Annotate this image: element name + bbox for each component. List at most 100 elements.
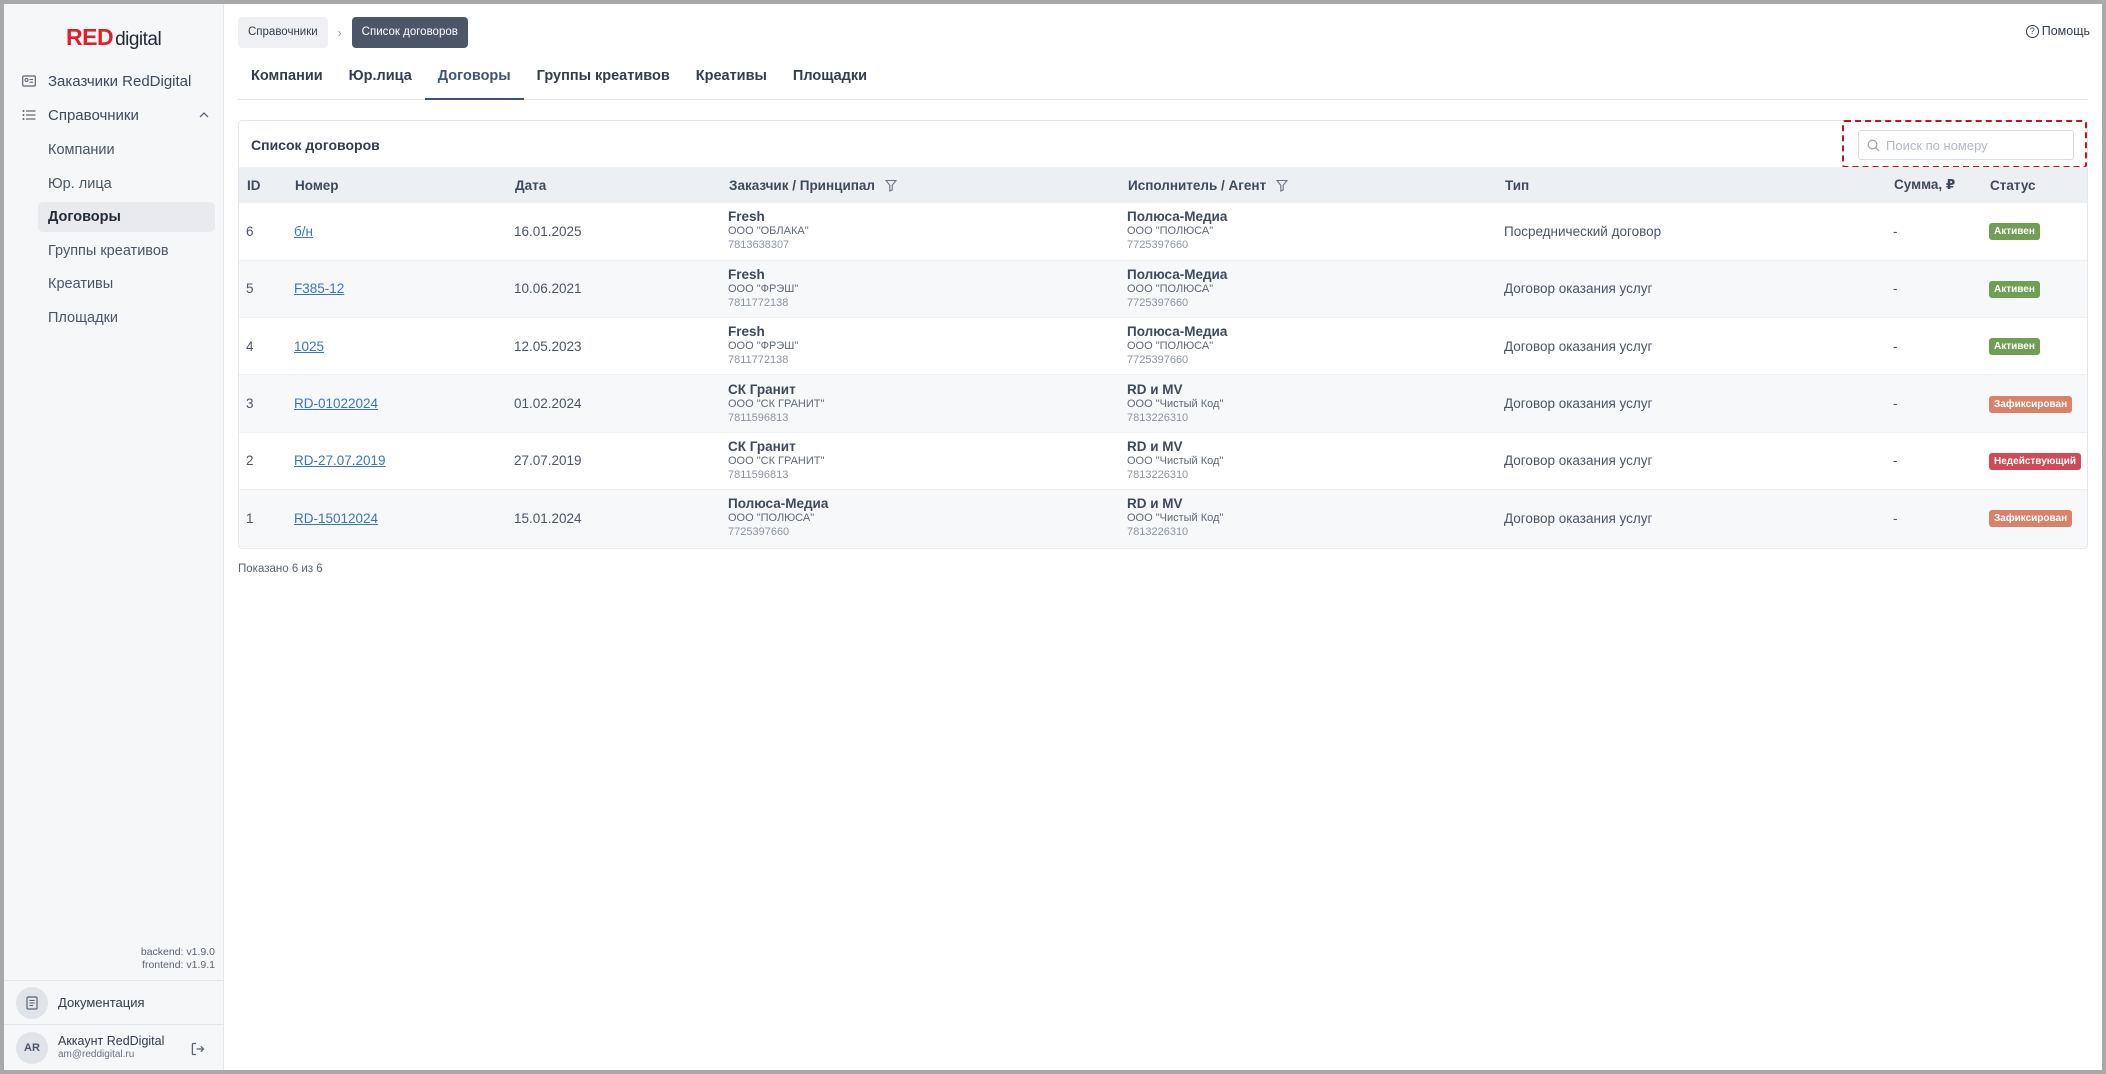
cell-executor: Полюса-Медиа ООО "ПОЛЮСА" 7725397660 — [1120, 260, 1497, 317]
cell-type: Посреднический договор — [1504, 223, 1662, 239]
cell-customer: СК Гранит ООО "СК ГРАНИТ" 7811596813 — [721, 432, 1120, 489]
question-icon: ? — [2025, 24, 2039, 38]
sidebar-item-customers[interactable]: Заказчики RedDigital — [20, 68, 216, 94]
breadcrumb-references[interactable]: Справочники — [238, 17, 328, 48]
customer-inn: 7811772138 — [728, 296, 789, 309]
cell-id: 1 — [246, 510, 254, 526]
cell-id: 2 — [246, 453, 254, 469]
contract-number-link[interactable]: RD-01022024 — [294, 396, 378, 411]
logo-digital: digital — [115, 29, 162, 50]
table-row[interactable]: 5 F385-12 10.06.2021 Fresh ООО "ФРЭШ" 78… — [239, 260, 2087, 318]
cell-status: Активен — [1982, 203, 2087, 260]
col-id[interactable]: ID — [239, 167, 287, 203]
cell-status: Активен — [1982, 318, 2087, 375]
table-row[interactable]: 6 б/н 16.01.2025 Fresh ООО "ОБЛАКА" 7813… — [239, 203, 2087, 261]
breadcrumb: Справочники › Список договоров — [238, 17, 468, 48]
sidebar-item-creative-groups[interactable]: Группы креативов — [38, 236, 215, 266]
breadcrumb-separator-icon: › — [337, 25, 342, 40]
account-panel: AR Аккаунт RedDigital am@reddigital.ru — [4, 1024, 224, 1070]
tab-creative-groups[interactable]: Группы креативов — [524, 60, 683, 100]
sidebar-item-platforms[interactable]: Площадки — [38, 303, 215, 333]
cell-id: 6 — [246, 223, 254, 239]
cell-executor: Полюса-Медиа ООО "ПОЛЮСА" 7725397660 — [1120, 318, 1497, 375]
customer-org: ООО "ПОЛЮСА" — [728, 512, 815, 525]
customer-name: Fresh — [728, 324, 765, 340]
search-input[interactable] — [1886, 137, 2066, 153]
sidebar-item-references[interactable]: Справочники — [20, 102, 216, 128]
filter-icon[interactable] — [1275, 179, 1288, 193]
tab-companies[interactable]: Компании — [238, 60, 336, 100]
cell-date: 15.01.2024 — [514, 510, 582, 526]
logout-icon[interactable] — [190, 1041, 206, 1057]
card-title: Список договоров — [251, 137, 380, 153]
col-number[interactable]: Номер — [287, 167, 507, 203]
customer-name: СК Гранит — [728, 438, 796, 454]
sidebar-item-customers-label: Заказчики RedDigital — [48, 72, 192, 90]
executor-name: RD и MV — [1127, 438, 1183, 454]
col-sum[interactable]: Сумма, ₽ — [1886, 167, 1982, 203]
col-status[interactable]: Статус — [1982, 167, 2087, 203]
cell-number: 1025 — [287, 318, 507, 375]
contract-number-link[interactable]: F385-12 — [294, 281, 344, 296]
sidebar-subnav: Компании Юр. лица Договоры Группы креати… — [38, 135, 215, 336]
chevron-up-icon[interactable] — [198, 109, 210, 121]
tab-contracts[interactable]: Договоры — [424, 60, 524, 100]
cell-customer: Fresh ООО "ОБЛАКА" 7813638307 — [721, 203, 1120, 260]
contracts-table: ID Номер Дата Заказчик / Принципал Испол… — [239, 167, 2087, 547]
status-badge: Активен — [1989, 280, 2040, 298]
cell-sum: - — [1893, 338, 1898, 354]
cell-sum: - — [1893, 223, 1898, 239]
contract-number-link[interactable]: 1025 — [294, 339, 324, 354]
tab-legal-entities[interactable]: Юр.лица — [336, 60, 425, 100]
search-box[interactable] — [1858, 130, 2074, 160]
table-row[interactable]: 3 RD-01022024 01.02.2024 СК Гранит ООО "… — [239, 374, 2087, 433]
contract-number-link[interactable]: RD-27.07.2019 — [294, 453, 386, 468]
documentation-link[interactable]: Документация — [4, 980, 224, 1024]
breadcrumb-current[interactable]: Список договоров — [351, 17, 468, 48]
cell-date: 10.06.2021 — [514, 281, 582, 297]
cell-date: 27.07.2019 — [514, 453, 582, 469]
cell-type: Договор оказания услуг — [1504, 396, 1653, 412]
sidebar-item-creatives[interactable]: Креативы — [38, 269, 215, 299]
sidebar-item-legal-entities[interactable]: Юр. лица — [38, 169, 215, 199]
customer-name: Fresh — [728, 266, 765, 282]
executor-name: Полюса-Медиа — [1127, 266, 1228, 282]
cell-sum: - — [1893, 453, 1898, 469]
customer-inn: 7725397660 — [728, 526, 790, 539]
executor-org: ООО "ПОЛЮСА" — [1127, 340, 1214, 353]
tab-platforms[interactable]: Площадки — [780, 60, 880, 100]
sidebar-item-companies[interactable]: Компании — [38, 135, 215, 165]
tab-creatives[interactable]: Креативы — [683, 60, 780, 100]
cell-sum: - — [1893, 510, 1898, 526]
col-customer[interactable]: Заказчик / Принципал — [721, 167, 1120, 203]
cell-customer: Fresh ООО "ФРЭШ" 7811772138 — [721, 318, 1120, 375]
help-link[interactable]: ? Помощь — [2025, 24, 2090, 38]
cell-customer: СК Гранит ООО "СК ГРАНИТ" 7811596813 — [721, 375, 1120, 432]
cell-status: Зафиксирован — [1982, 375, 2087, 432]
col-date[interactable]: Дата — [507, 167, 721, 203]
sidebar-item-contracts[interactable]: Договоры — [38, 202, 215, 232]
cell-date: 12.05.2023 — [514, 338, 582, 354]
document-icon — [16, 986, 48, 1019]
table-row[interactable]: 1 RD-15012024 15.01.2024 Полюса-Медиа ОО… — [239, 489, 2087, 547]
contract-number-link[interactable]: RD-15012024 — [294, 511, 378, 526]
col-executor[interactable]: Исполнитель / Агент — [1120, 167, 1497, 203]
cell-sum: - — [1893, 281, 1898, 297]
avatar[interactable]: AR — [16, 1031, 48, 1064]
executor-inn: 7813226310 — [1127, 411, 1189, 424]
executor-org: ООО "Чистый Код" — [1127, 397, 1224, 410]
cell-date: 01.02.2024 — [514, 396, 582, 412]
cell-type: Договор оказания услуг — [1504, 510, 1653, 526]
filter-icon[interactable] — [884, 179, 897, 193]
cell-type: Договор оказания услуг — [1504, 453, 1653, 469]
col-type[interactable]: Тип — [1497, 167, 1886, 203]
executor-inn: 7725397660 — [1127, 354, 1189, 367]
table-row[interactable]: 2 RD-27.07.2019 27.07.2019 СК Гранит ООО… — [239, 432, 2087, 490]
logo[interactable]: RED digital — [66, 24, 162, 51]
table-row[interactable]: 4 1025 12.05.2023 Fresh ООО "ФРЭШ" 78117… — [239, 318, 2087, 375]
executor-name: Полюса-Медиа — [1127, 209, 1228, 225]
search-icon — [1867, 139, 1880, 151]
cell-number: RD-01022024 — [287, 375, 507, 432]
contract-number-link[interactable]: б/н — [294, 224, 313, 239]
col-executor-label: Исполнитель / Агент — [1128, 177, 1267, 193]
